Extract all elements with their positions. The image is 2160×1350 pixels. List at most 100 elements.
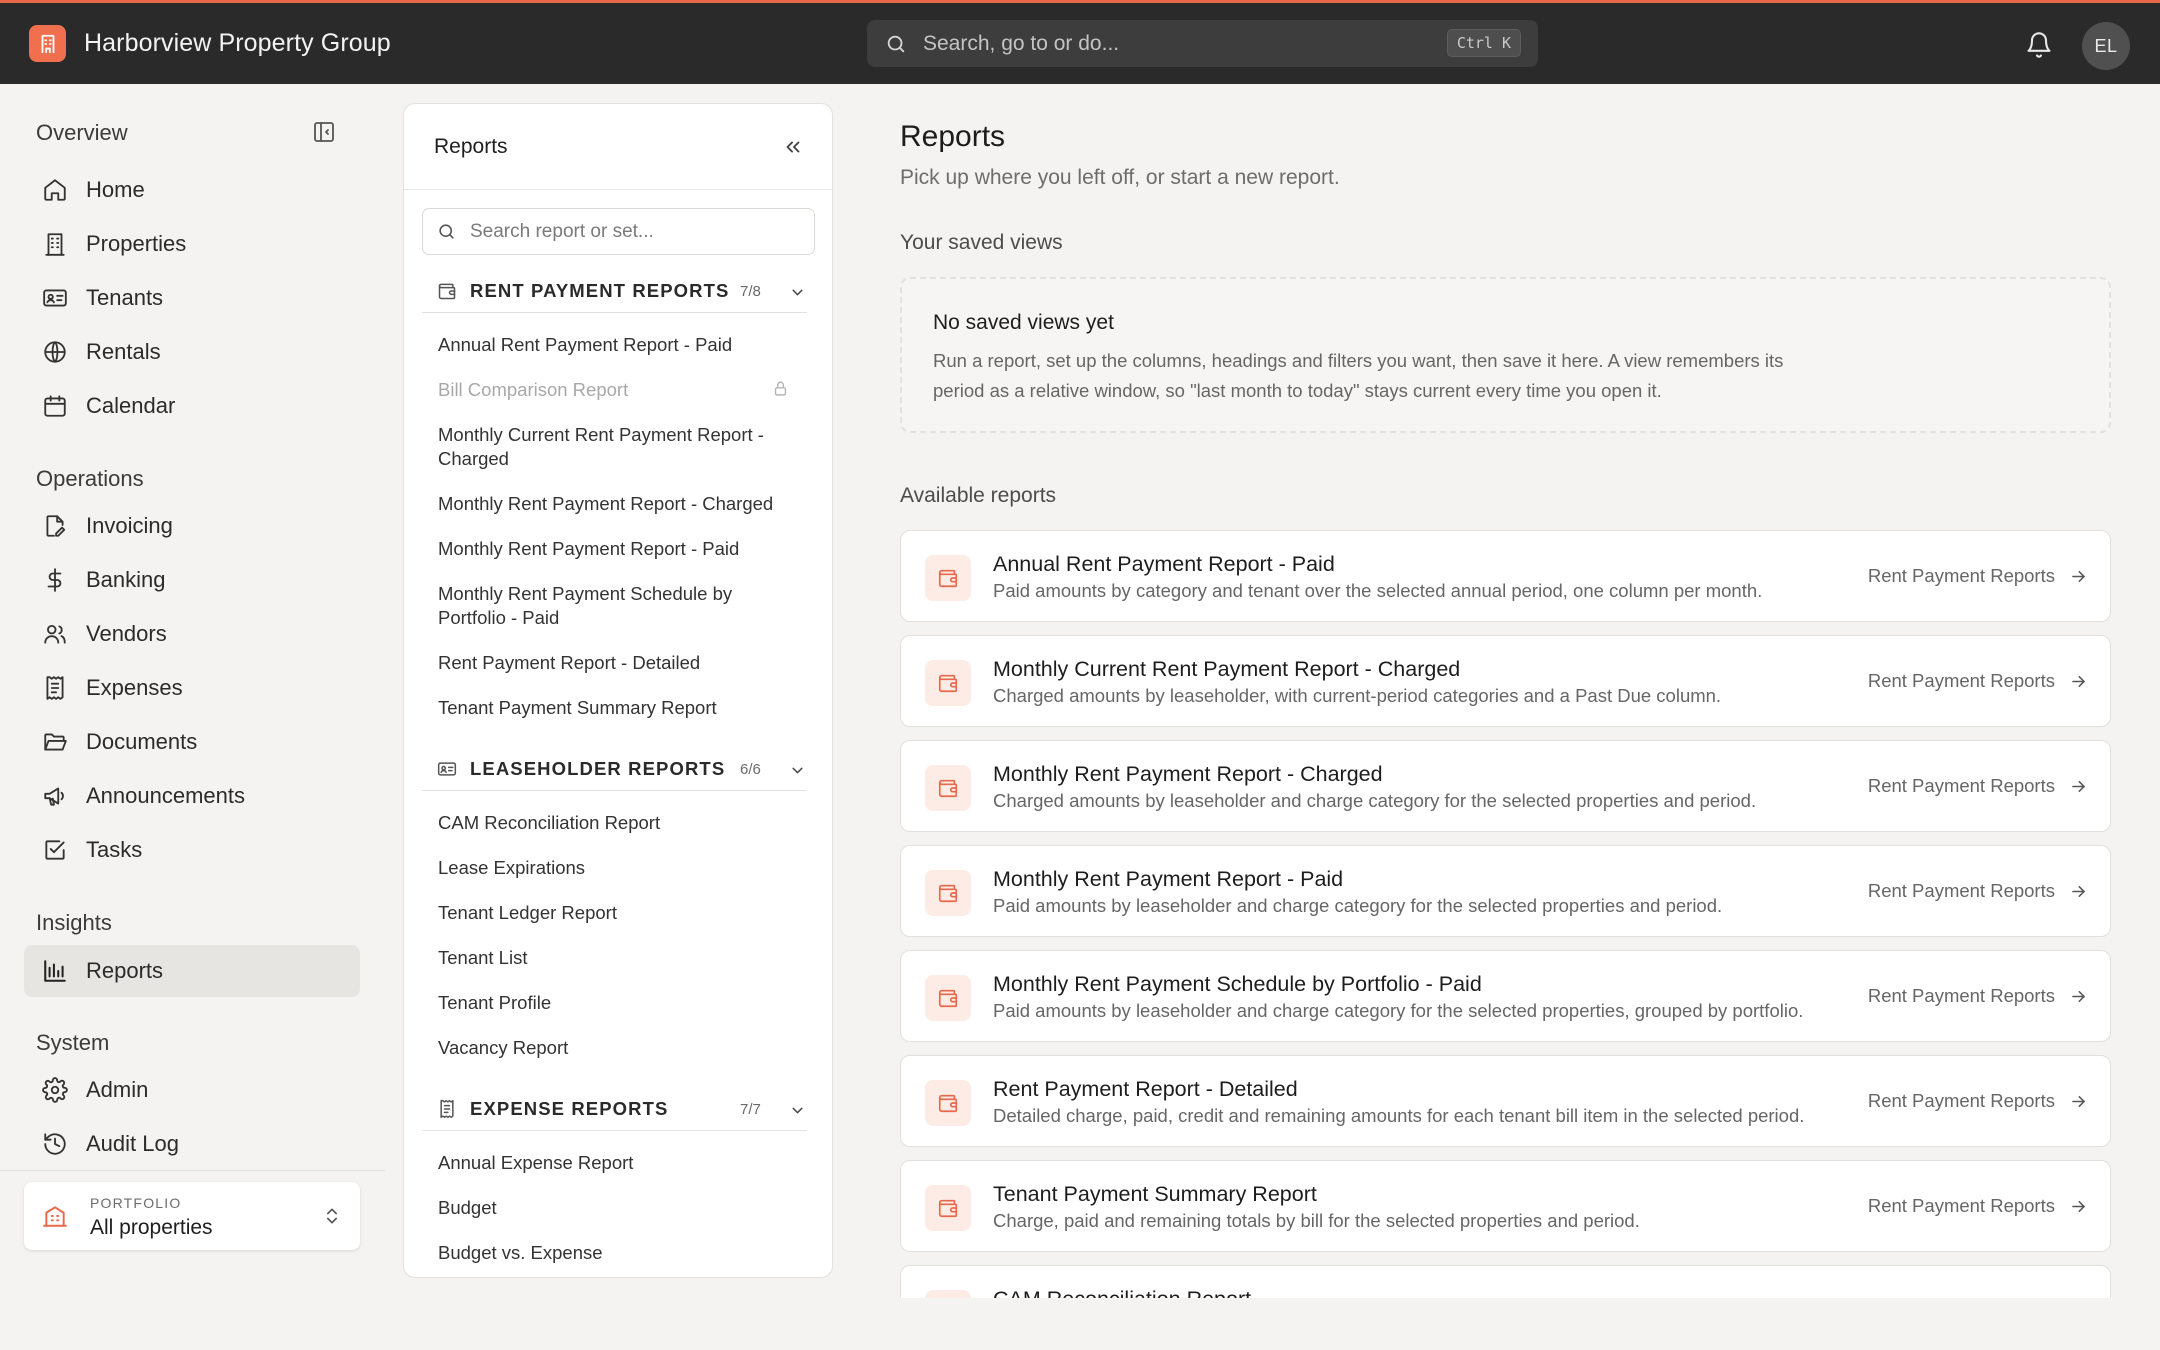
sidebar-item-banking[interactable]: Banking (24, 554, 360, 606)
section-insights: Insights (36, 910, 112, 935)
group-title: LEASEHOLDER REPORTS (470, 758, 726, 779)
group-count: 7/7 (740, 1101, 761, 1118)
page-subtitle: Pick up where you left off, or start a n… (900, 166, 1340, 189)
sidebar-item-documents[interactable]: Documents (24, 716, 360, 768)
user-avatar[interactable]: EL (2082, 22, 2130, 70)
report-card-category: Rent Payment Reports (1867, 1195, 2055, 1216)
sidebar-item-label: Reports (86, 958, 164, 983)
report-link[interactable]: Annual Expense Report (438, 1151, 798, 1175)
portfolio-selector[interactable]: PORTFOLIO All properties (24, 1182, 360, 1250)
sidebar-item-admin[interactable]: Admin (24, 1064, 360, 1116)
sidebar-item-vendors[interactable]: Vendors (24, 608, 360, 660)
sidebar-item-label: Rentals (86, 339, 161, 364)
group-title: EXPENSE REPORTS (470, 1098, 669, 1119)
arrow-right-icon (2069, 882, 2088, 901)
report-card[interactable]: Annual Rent Payment Report - Paid Paid a… (900, 530, 2111, 622)
chevrons-left-icon[interactable] (782, 136, 804, 158)
chevron-down-icon (789, 762, 806, 779)
sidebar-item-label: Audit Log (86, 1131, 179, 1156)
report-link[interactable]: Tenant Ledger Report (438, 901, 798, 925)
report-link[interactable]: Monthly Rent Payment Report - Charged (438, 492, 798, 516)
sidebar-item-home[interactable]: Home (24, 164, 360, 216)
report-link[interactable]: Tenant List (438, 946, 798, 970)
report-card[interactable]: Monthly Rent Payment Report - Charged Ch… (900, 740, 2111, 832)
sidebar-item-invoicing[interactable]: Invoicing (24, 500, 360, 552)
bell-icon[interactable] (2025, 31, 2053, 59)
report-link-locked: Bill Comparison Report (438, 379, 629, 400)
wallet-icon (925, 1080, 971, 1126)
receipt-icon (42, 675, 68, 701)
sidebar-item-label: Expenses (86, 675, 183, 700)
building-logo-icon (29, 25, 66, 62)
search-icon (885, 33, 907, 55)
report-link[interactable]: Monthly Current Rent Payment Report - Ch… (438, 423, 798, 471)
group-count: 7/8 (740, 283, 761, 300)
report-link[interactable]: Budget (438, 1196, 798, 1220)
lock-icon (772, 380, 789, 397)
portfolio-caption: PORTFOLIO (90, 1195, 182, 1211)
report-card-description: Detailed charge, paid, credit and remain… (993, 1105, 1805, 1126)
sidebar-item-properties[interactable]: Properties (24, 218, 360, 270)
sidebar-item-reports[interactable]: Reports (24, 945, 360, 997)
report-card-category: Rent Payment Reports (1867, 775, 2055, 796)
home-icon (42, 177, 68, 203)
page-title: Reports (900, 120, 1006, 153)
report-link[interactable]: Budget vs. Expense (438, 1241, 798, 1265)
report-search-field[interactable] (422, 208, 815, 255)
report-card-title: Monthly Rent Payment Schedule by Portfol… (993, 972, 1482, 996)
group-expense-reports[interactable]: EXPENSE REPORTS 7/7 (422, 1089, 807, 1131)
report-card[interactable]: Tenant Payment Summary Report Charge, pa… (900, 1160, 2111, 1252)
sidebar-item-calendar[interactable]: Calendar (24, 380, 360, 432)
section-system: System (36, 1030, 110, 1055)
sidebar-item-label: Documents (86, 729, 198, 754)
report-card-description: Charge, paid and remaining totals by bil… (993, 1210, 1640, 1231)
arrow-right-icon (2069, 1092, 2088, 1111)
report-card[interactable]: Monthly Current Rent Payment Report - Ch… (900, 635, 2111, 727)
report-link[interactable]: Annual Rent Payment Report - Paid (438, 333, 798, 357)
sidebar-item-expenses[interactable]: Expenses (24, 662, 360, 714)
sidebar-item-rentals[interactable]: Rentals (24, 326, 360, 378)
sidebar-item-label: Home (86, 177, 145, 202)
sidebar-item-label: Tenants (86, 285, 164, 310)
report-link[interactable]: Lease Expirations (438, 856, 798, 880)
wallet-icon (925, 1185, 971, 1231)
sidebar-item-label: Calendar (86, 393, 176, 418)
report-link[interactable]: Tenant Profile (438, 991, 798, 1015)
report-link[interactable]: Monthly Rent Payment Report - Paid (438, 537, 798, 561)
report-card[interactable]: Rent Payment Report - Detailed Detailed … (900, 1055, 2111, 1147)
report-card-description: Paid amounts by leaseholder and charge c… (993, 1000, 1804, 1021)
saved-views-empty-state: No saved views yet Run a report, set up … (900, 277, 2111, 433)
sidebar-item-label: Announcements (86, 783, 245, 808)
report-card[interactable]: CAM Reconciliation Report (900, 1265, 2111, 1298)
global-search[interactable]: Search, go to or do... Ctrl K (867, 20, 1538, 67)
reports-panel: Reports RENT PAYMENT REPORTS 7/8 Annual … (403, 103, 833, 1278)
sidebar-item-label: Tasks (86, 837, 143, 862)
sidebar-collapse-icon[interactable] (312, 120, 336, 144)
arrow-right-icon (2069, 567, 2088, 586)
report-link[interactable]: Monthly Rent Payment Schedule by Portfol… (438, 582, 798, 630)
group-count: 6/6 (740, 761, 761, 778)
report-search-input[interactable] (470, 220, 790, 243)
report-link[interactable]: Tenant Payment Summary Report (438, 696, 798, 720)
wallet-icon (925, 975, 971, 1021)
sidebar-item-tenants[interactable]: Tenants (24, 272, 360, 324)
report-link[interactable]: Rent Payment Report - Detailed (438, 651, 798, 675)
sidebar: Overview Home Properties Tenants Rentals… (0, 84, 385, 1350)
id-card-icon (42, 285, 68, 311)
available-reports-list: Annual Rent Payment Report - Paid Paid a… (898, 520, 2118, 1298)
report-card[interactable]: Monthly Rent Payment Report - Paid Paid … (900, 845, 2111, 937)
report-card-description: Paid amounts by leaseholder and charge c… (993, 895, 1723, 916)
megaphone-icon (42, 783, 68, 809)
report-link[interactable]: Vacancy Report (438, 1036, 798, 1060)
brand[interactable]: Harborview Property Group (29, 25, 391, 62)
group-leaseholder-reports[interactable]: LEASEHOLDER REPORTS 6/6 (422, 749, 807, 791)
bar-chart-icon (42, 958, 68, 984)
report-card-category: Rent Payment Reports (1867, 565, 2055, 586)
sidebar-item-tasks[interactable]: Tasks (24, 824, 360, 876)
group-rent-payment-reports[interactable]: RENT PAYMENT REPORTS 7/8 (422, 271, 807, 313)
wallet-icon (925, 1290, 971, 1298)
report-link[interactable]: CAM Reconciliation Report (438, 811, 798, 835)
report-card[interactable]: Monthly Rent Payment Schedule by Portfol… (900, 950, 2111, 1042)
sidebar-item-audit-log[interactable]: Audit Log (24, 1118, 360, 1170)
sidebar-item-announcements[interactable]: Announcements (24, 770, 360, 822)
